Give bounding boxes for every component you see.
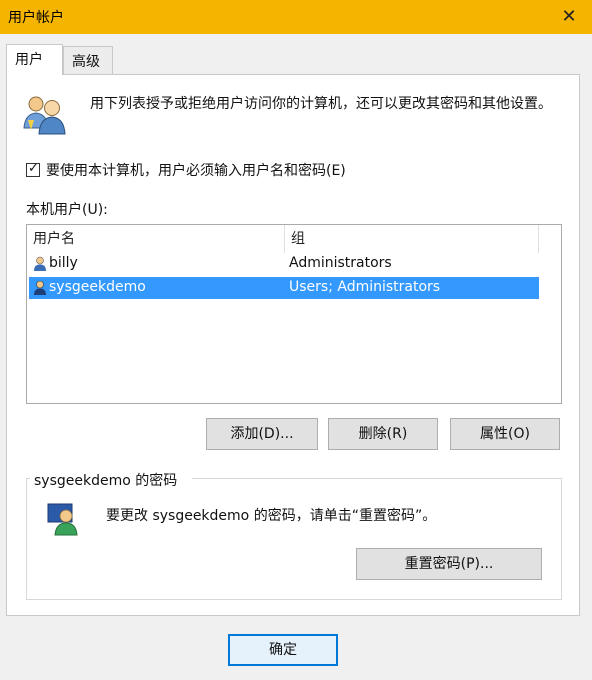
password-groupbox	[26, 478, 562, 600]
local-users-label: 本机用户(U):	[26, 202, 108, 218]
ok-button[interactable]: 确定	[228, 634, 338, 666]
remove-user-button[interactable]: 删除(R)	[328, 418, 438, 450]
properties-button[interactable]: 属性(O)	[450, 418, 560, 450]
reset-password-button[interactable]: 重置密码(P)...	[356, 548, 542, 580]
password-section-title: sysgeekdemo 的密码	[34, 473, 178, 489]
title-bar: 用户帐户 ✕	[0, 0, 592, 34]
user-icon	[33, 280, 47, 300]
password-instruction: 要更改 sysgeekdemo 的密码，请单击“重置密码”。	[106, 508, 437, 524]
table-row-selected[interactable]: sysgeekdemo Users; Administrators	[29, 277, 539, 299]
user-list[interactable]: 用户名 组 billy Administrators sysgeekdemo U…	[26, 224, 562, 404]
user-icon	[33, 256, 47, 276]
user-name: billy	[49, 255, 78, 271]
add-user-button[interactable]: 添加(D)...	[206, 418, 318, 450]
close-icon: ✕	[561, 6, 577, 27]
intro-text: 用下列表授予或拒绝用户访问你的计算机，还可以更改其密码和其他设置。	[90, 96, 552, 112]
require-password-checkbox[interactable]: ✓	[26, 161, 40, 177]
table-row[interactable]: billy Administrators	[29, 253, 539, 275]
user-name: sysgeekdemo	[49, 279, 146, 295]
user-group: Administrators	[289, 255, 392, 271]
tab-advanced[interactable]: 高级	[63, 46, 113, 74]
tab-users[interactable]: 用户	[6, 44, 63, 75]
window-title: 用户帐户	[8, 10, 64, 26]
close-button[interactable]: ✕	[556, 4, 582, 30]
user-group: Users; Administrators	[289, 279, 441, 295]
user-icon	[46, 502, 80, 540]
column-header-username[interactable]: 用户名	[27, 225, 285, 253]
check-mark-icon: ✓	[28, 161, 39, 176]
column-header-group[interactable]: 组	[285, 225, 539, 253]
users-icon	[22, 94, 70, 140]
require-password-label[interactable]: 要使用本计算机，用户必须输入用户名和密码(E)	[46, 160, 346, 180]
